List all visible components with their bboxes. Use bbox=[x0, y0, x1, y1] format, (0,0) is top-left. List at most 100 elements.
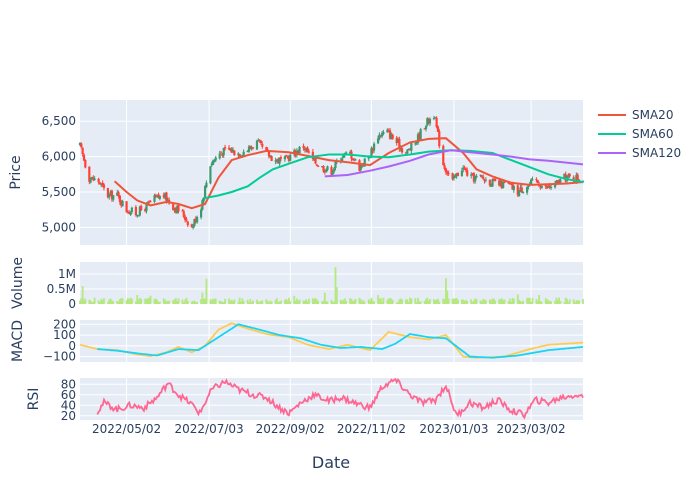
legend[interactable]: SMA20 SMA60 SMA120 bbox=[598, 108, 681, 160]
volume-bar bbox=[540, 302, 543, 304]
candle-body bbox=[89, 178, 92, 183]
candle-body bbox=[531, 179, 534, 181]
legend-label-sma120[interactable]: SMA120 bbox=[632, 146, 681, 160]
volume-bar bbox=[382, 297, 385, 304]
candle-body bbox=[222, 148, 225, 156]
candle-body bbox=[227, 147, 231, 150]
candle-body bbox=[488, 179, 491, 186]
volume-panel-bg bbox=[80, 262, 583, 304]
volume-bar bbox=[559, 300, 562, 304]
candle-body bbox=[112, 195, 115, 200]
candle-body bbox=[568, 173, 571, 177]
volume-bar bbox=[224, 298, 226, 304]
volume-bar bbox=[270, 301, 273, 304]
candle-body bbox=[177, 205, 180, 212]
volume-bar bbox=[140, 298, 143, 304]
volume-bar bbox=[484, 300, 487, 304]
volume-axis-title: Volume bbox=[10, 257, 26, 309]
candle-body bbox=[121, 201, 124, 207]
legend-label-sma60[interactable]: SMA60 bbox=[632, 127, 673, 141]
candle-body bbox=[428, 118, 432, 124]
volume-bar bbox=[419, 301, 422, 304]
volume-bar bbox=[242, 300, 245, 304]
candle-body bbox=[81, 147, 84, 155]
candle-body bbox=[102, 184, 106, 188]
candle-body bbox=[494, 178, 497, 182]
candle-body bbox=[512, 186, 515, 191]
volume-bar bbox=[531, 297, 534, 304]
candle-body bbox=[158, 195, 161, 200]
candle-body bbox=[82, 154, 86, 161]
candle-body bbox=[540, 185, 543, 189]
volume-bar bbox=[447, 298, 450, 304]
candle-body bbox=[391, 134, 394, 139]
candle-body bbox=[454, 176, 457, 178]
candle-body bbox=[182, 211, 185, 217]
candle-body bbox=[192, 226, 195, 228]
candle-body bbox=[211, 160, 215, 165]
volume-bar bbox=[466, 300, 469, 304]
volume-bar bbox=[121, 298, 124, 304]
price-y-tick-label: 5,000 bbox=[42, 220, 76, 234]
candle-body bbox=[460, 170, 464, 177]
rsi-y-tick-label: 80 bbox=[61, 377, 76, 391]
candle-body bbox=[93, 178, 96, 180]
candle-body bbox=[306, 147, 309, 152]
candle-body bbox=[283, 156, 287, 160]
candle-body bbox=[199, 209, 203, 218]
candle-body bbox=[265, 147, 268, 150]
candle-body bbox=[214, 157, 217, 161]
candle-body bbox=[482, 176, 485, 179]
volume-bar bbox=[438, 301, 441, 304]
volume-bar bbox=[363, 302, 366, 304]
candle-body bbox=[443, 165, 446, 169]
legend-label-sma20[interactable]: SMA20 bbox=[632, 108, 673, 122]
volume-bar bbox=[112, 301, 115, 304]
candle-body bbox=[535, 179, 538, 181]
candle-body bbox=[376, 138, 380, 144]
candle-body bbox=[475, 176, 478, 178]
candle-body bbox=[186, 221, 189, 226]
candle-body bbox=[298, 146, 301, 154]
candle-body bbox=[185, 219, 188, 221]
volume-bar bbox=[280, 300, 282, 304]
candle-body bbox=[372, 143, 376, 151]
volume-bar bbox=[335, 287, 338, 304]
candle-body bbox=[209, 166, 212, 184]
candle-body bbox=[130, 207, 133, 212]
volume-bar bbox=[84, 298, 87, 304]
volume-bar bbox=[289, 301, 292, 304]
candle-body bbox=[530, 179, 533, 185]
macd-y-tick-label: 200 bbox=[53, 317, 76, 331]
candle-body bbox=[406, 149, 409, 154]
candle-body bbox=[196, 217, 199, 223]
candle-body bbox=[285, 155, 288, 157]
volume-bar bbox=[401, 299, 403, 304]
x-tick-label: 2022/07/03 bbox=[174, 422, 243, 436]
candle-body bbox=[129, 212, 132, 215]
candle-body bbox=[97, 178, 100, 183]
volume-bar bbox=[252, 300, 254, 304]
rsi-axis-title: RSI bbox=[26, 388, 42, 411]
candle-body bbox=[334, 161, 337, 168]
candle-body bbox=[382, 132, 385, 134]
candle-body bbox=[278, 157, 281, 164]
candle-body bbox=[559, 179, 562, 183]
candle-body bbox=[302, 146, 305, 148]
candle-body bbox=[307, 151, 310, 153]
volume-y-tick-label: 1M bbox=[58, 267, 76, 281]
candle-body bbox=[520, 187, 523, 193]
candle-body bbox=[410, 142, 413, 151]
volume-bar bbox=[298, 299, 301, 304]
candle-body bbox=[491, 179, 494, 187]
candle-body bbox=[484, 179, 487, 181]
volume-bar bbox=[457, 299, 459, 304]
x-axis-title: Date bbox=[312, 453, 350, 472]
candle-body bbox=[470, 174, 473, 176]
chart: 2022/05/02 2022/07/03 2022/09/02 2022/11/02… bbox=[0, 0, 700, 500]
candle-body bbox=[315, 164, 318, 166]
candle-body bbox=[436, 126, 440, 132]
volume-bar bbox=[429, 299, 431, 304]
candle-body bbox=[101, 182, 104, 185]
candle-body bbox=[279, 156, 283, 159]
